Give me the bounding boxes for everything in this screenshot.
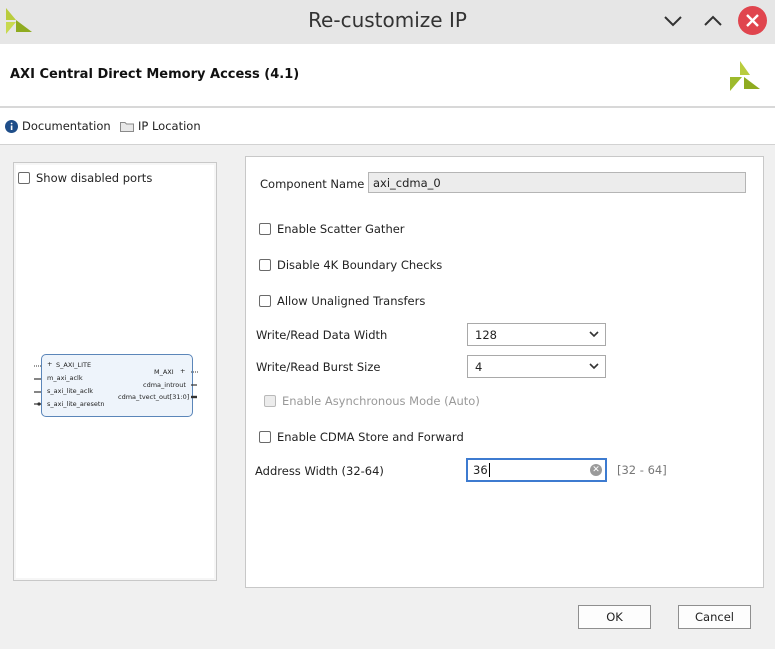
- chevron-down-icon: [589, 331, 599, 338]
- dialog-header: AXI Central Direct Memory Access (4.1): [0, 44, 775, 108]
- address-width-label: Address Width (32-64): [255, 464, 384, 478]
- burst-size-label: Write/Read Burst Size: [256, 360, 381, 374]
- allow-unaligned-box[interactable]: [259, 295, 271, 307]
- cancel-button[interactable]: Cancel: [678, 605, 751, 629]
- enable-scatter-gather-box[interactable]: [259, 223, 271, 235]
- store-forward-box[interactable]: [259, 431, 271, 443]
- store-forward-checkbox[interactable]: Enable CDMA Store and Forward: [259, 430, 464, 444]
- ip-location-label: IP Location: [138, 119, 201, 133]
- enable-scatter-gather-label: Enable Scatter Gather: [277, 222, 405, 236]
- toolbar: Documentation IP Location: [0, 108, 775, 145]
- async-mode-box: [264, 395, 276, 407]
- clear-icon[interactable]: ✕: [590, 464, 602, 476]
- allow-unaligned-label: Allow Unaligned Transfers: [277, 294, 426, 308]
- address-width-range-hint: [32 - 64]: [617, 463, 667, 477]
- chevron-down-icon: [589, 363, 599, 370]
- address-width-value: 36: [473, 463, 488, 477]
- data-width-label: Write/Read Data Width: [256, 328, 388, 342]
- documentation-label: Documentation: [22, 119, 111, 133]
- async-mode-label: Enable Asynchronous Mode (Auto): [282, 394, 480, 408]
- symbol-pin-lines: [34, 365, 198, 406]
- show-disabled-ports-box[interactable]: [18, 172, 30, 184]
- title-bar: Re-customize IP: [0, 0, 775, 44]
- data-width-value: 128: [475, 328, 497, 342]
- maximize-chevron-up-icon[interactable]: [700, 8, 726, 34]
- minimize-chevron-down-icon[interactable]: [660, 8, 686, 34]
- close-icon: [746, 14, 759, 27]
- info-icon: [5, 119, 18, 133]
- ip-location-menu[interactable]: IP Location: [120, 119, 201, 133]
- enable-scatter-gather-checkbox[interactable]: Enable Scatter Gather: [259, 222, 405, 236]
- component-name-field[interactable]: axi_cdma_0: [368, 172, 746, 193]
- show-disabled-ports-checkbox[interactable]: Show disabled ports: [18, 171, 152, 185]
- close-button[interactable]: [738, 6, 767, 35]
- component-name-label: Component Name: [260, 177, 365, 191]
- async-mode-checkbox: Enable Asynchronous Mode (Auto): [264, 394, 480, 408]
- disable-4k-label: Disable 4K Boundary Checks: [277, 258, 443, 272]
- ok-button[interactable]: OK: [578, 605, 651, 629]
- documentation-menu[interactable]: Documentation: [5, 119, 111, 133]
- xilinx-logo-icon: [730, 61, 760, 91]
- burst-size-dropdown[interactable]: 4: [467, 355, 606, 378]
- disable-4k-box[interactable]: [259, 259, 271, 271]
- data-width-dropdown[interactable]: 128: [467, 323, 606, 346]
- window-title: Re-customize IP: [308, 8, 467, 32]
- folder-icon: [120, 121, 134, 132]
- show-disabled-ports-label: Show disabled ports: [36, 171, 153, 185]
- store-forward-label: Enable CDMA Store and Forward: [277, 430, 464, 444]
- address-width-input[interactable]: 36 ✕: [466, 458, 607, 482]
- disable-4k-checkbox[interactable]: Disable 4K Boundary Checks: [259, 258, 442, 272]
- allow-unaligned-checkbox[interactable]: Allow Unaligned Transfers: [259, 294, 425, 308]
- ip-title: AXI Central Direct Memory Access (4.1): [10, 67, 300, 82]
- burst-size-value: 4: [475, 360, 483, 374]
